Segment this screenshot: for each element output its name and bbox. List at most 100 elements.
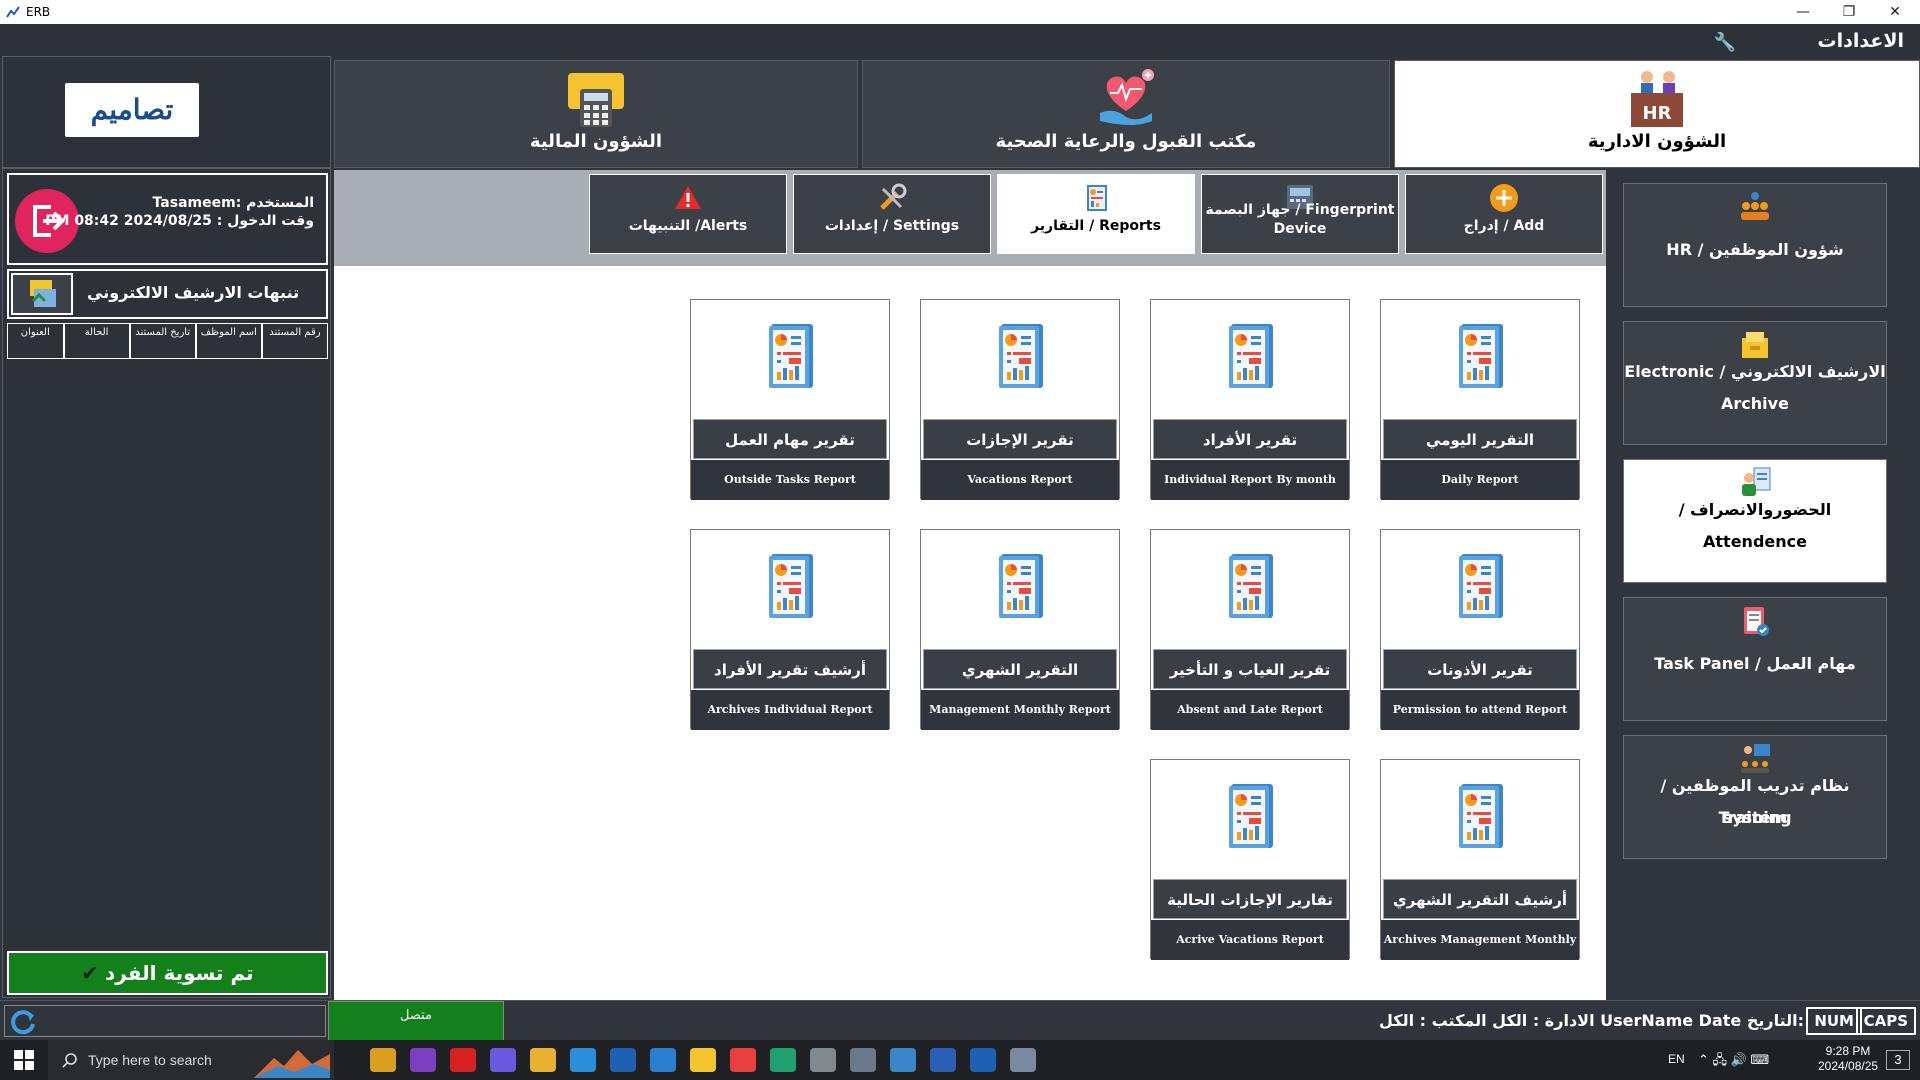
sidebar-item-label: الحضوروالانصراف / [1678,500,1832,519]
tab-reports[interactable]: Reports / التقارير [997,174,1195,254]
file-explorer-icon[interactable] [690,1048,716,1072]
col-status[interactable]: الحالة [63,323,130,359]
sidebar-item-label: شؤون الموظفين / HR [1666,240,1844,259]
task-clipboard-icon [1744,607,1769,636]
report-card-archives-individual[interactable]: أرشيف تقرير الأفراد Archives Individual R… [690,529,890,730]
cube-app-icon[interactable] [770,1048,796,1072]
report-card-vacations[interactable]: تقرير الإجازات Vacations Report [920,299,1120,500]
edge-icon[interactable] [570,1048,596,1072]
report-card-subtitle: Archives Management Monthly [1381,920,1579,960]
module-tab-hr[interactable]: HR الشؤون الادارية [1394,60,1920,168]
wrench-icon[interactable]: 🔧 [1714,32,1736,53]
report-document-icon [1457,554,1505,620]
archive-alerts-header: تنبهات الارشيف الالكتروني [7,269,328,319]
erb-app-icon[interactable] [610,1048,636,1072]
report-card-title: تقرير الأذونات [1383,649,1577,689]
status-bar: متصل الادارة : الكل المكتب : الكل UserNa… [0,1000,1920,1041]
report-card-subtitle: Management Monthly Report [921,690,1119,730]
report-document-icon [1457,324,1505,390]
sidebar-item-task-panel[interactable]: مهام العمل / Task Panel [1623,597,1887,721]
settle-button-text: تم تسوية الفرد [105,961,254,985]
refresh-area[interactable] [4,1005,326,1037]
taskbar-clock[interactable]: 9:28 PM 2024/08/25 [1818,1044,1878,1074]
col-doc-number[interactable]: رقم المستند [261,323,328,359]
search-highlight-image [254,1050,330,1078]
report-card-title: تقارير الإجازات الحالية [1153,879,1347,919]
tray-icons[interactable]: ⌃ 🖧 🔊 ⌨ [1698,1052,1769,1067]
report-card-title: أرشيف التقرير الشهري [1383,879,1577,919]
sidebar-item-label-line2: Archive [1721,394,1789,413]
erb-active-icon[interactable] [970,1048,996,1072]
vpn-icon[interactable] [490,1048,516,1072]
module-tab-finance[interactable]: الشؤون المالية [334,60,858,168]
report-card-permission[interactable]: تقرير الأذونات Permission to attend Repor… [1380,529,1580,730]
report-card-active-vacations[interactable]: تقارير الإجازات الحالية Acrive Vacations … [1150,759,1350,960]
report-card-absent-late[interactable]: تقرير الغياب و التأخير Absent and Late Re… [1150,529,1350,730]
monitor-app-icon[interactable] [890,1048,916,1072]
archive-alerts-table-header: رقم المستند اسم الموظف تاريخ المستند الح… [7,323,328,359]
norton-icon[interactable] [370,1048,396,1072]
sidebar-item-training[interactable]: نظام تدريب الموظفين / Training system [1623,735,1887,859]
calculator-icon[interactable] [850,1048,876,1072]
tab-add[interactable]: Add / إدراج [1405,174,1603,254]
report-document-icon [1227,324,1275,390]
search-placeholder: Type here to search [88,1052,212,1068]
sidebar-item-hr[interactable]: شؤون الموظفين / HR [1623,183,1887,307]
module-tab-health-care[interactable]: مكتب القبول والرعاية الصحية [862,60,1390,168]
tab-alerts[interactable]: Alerts/ التنبيهات [589,174,787,254]
settings-bar: 🔧 الاعدادات [0,24,1920,58]
col-doc-date[interactable]: تاريخ المستند [129,323,196,359]
archive-alert-icon[interactable] [11,273,73,315]
report-card-outside-tasks[interactable]: تقرير مهام العمل Outside Tasks Report [690,299,890,500]
settle-button-label: تم تسوية الفرد ✔ [9,961,326,985]
tab-fingerprint-device[interactable]: Fingerprint / جهاز البصمة Device [1201,174,1399,254]
user-info-box: المستخدم :Tasameem وقت الدخول : PM 08:42… [7,173,328,265]
close-button[interactable]: ✕ [1872,0,1918,24]
tab-settings[interactable]: Settings / إعدادات [793,174,991,254]
minimize-button[interactable]: — [1780,0,1826,24]
opera-icon[interactable] [450,1048,476,1072]
tools-icon [880,183,907,210]
user-name: المستخدم :Tasameem [152,195,314,211]
restore-button[interactable]: ❐ [1826,0,1872,24]
status-info: الادارة : الكل المكتب : الكل UserName Da… [1379,1011,1804,1030]
report-card-subtitle: Acrive Vacations Report [1151,920,1349,960]
remote-desktop-icon[interactable] [810,1048,836,1072]
word-icon[interactable] [930,1048,956,1072]
report-document-icon [767,324,815,390]
login-time: وقت الدخول : PM 08:42 2024/08/25 [45,213,314,229]
report-card-subtitle: Outside Tasks Report [691,460,889,500]
settings-app-icon[interactable] [1010,1048,1036,1072]
report-document-icon [1227,554,1275,620]
notifications-button[interactable]: 3 [1886,1050,1910,1070]
refresh-icon[interactable] [9,1008,37,1036]
language-indicator[interactable]: EN [1668,1052,1685,1067]
sidebar-item-electronic-archive[interactable]: الارشيف الالكتروني / Electronic Archive [1623,321,1887,445]
col-employee-name[interactable]: اسم الموظف [195,323,262,359]
report-card-title: أرشيف تقرير الأفراد [693,649,887,689]
report-card-title: التقرير اليومي [1383,419,1577,459]
report-card-archives-monthly[interactable]: أرشيف التقرير الشهري Archives Management … [1380,759,1580,960]
taskbar-search[interactable]: Type here to search [48,1040,334,1080]
report-card-monthly[interactable]: التقرير الشهري Management Monthly Report [920,529,1120,730]
start-button[interactable] [0,1040,48,1080]
module-tab-label: مكتب القبول والرعاية الصحية [995,131,1257,152]
chrome-profile-icon[interactable] [730,1048,756,1072]
report-card-daily[interactable]: التقرير اليومي Daily Report [1380,299,1580,500]
checkmark-icon: ✔ [81,961,99,985]
left-panel: المستخدم :Tasameem وقت الدخول : PM 08:42… [2,168,331,998]
report-card-individual-monthly[interactable]: تقرير الأفراد Individual Report By month [1150,299,1350,500]
settle-individual-button[interactable]: تم تسوية الفرد ✔ [7,951,328,995]
report-document-icon [997,324,1045,390]
window-titlebar: ERB — ❐ ✕ [0,0,1920,24]
col-title[interactable]: العنوان [7,323,64,359]
sidebar-item-attendance[interactable]: الحضوروالانصراف / Attendence [1623,459,1887,583]
mail-icon[interactable] [650,1048,676,1072]
report-card-title: التقرير الشهري [923,649,1117,689]
warning-icon [675,186,701,209]
c-app-icon[interactable] [410,1048,436,1072]
chrome-icon[interactable] [530,1048,556,1072]
company-logo-box: تصاميم [2,56,331,168]
notification-count: 3 [1894,1052,1902,1067]
settings-menu[interactable]: الاعدادات [1818,30,1904,52]
